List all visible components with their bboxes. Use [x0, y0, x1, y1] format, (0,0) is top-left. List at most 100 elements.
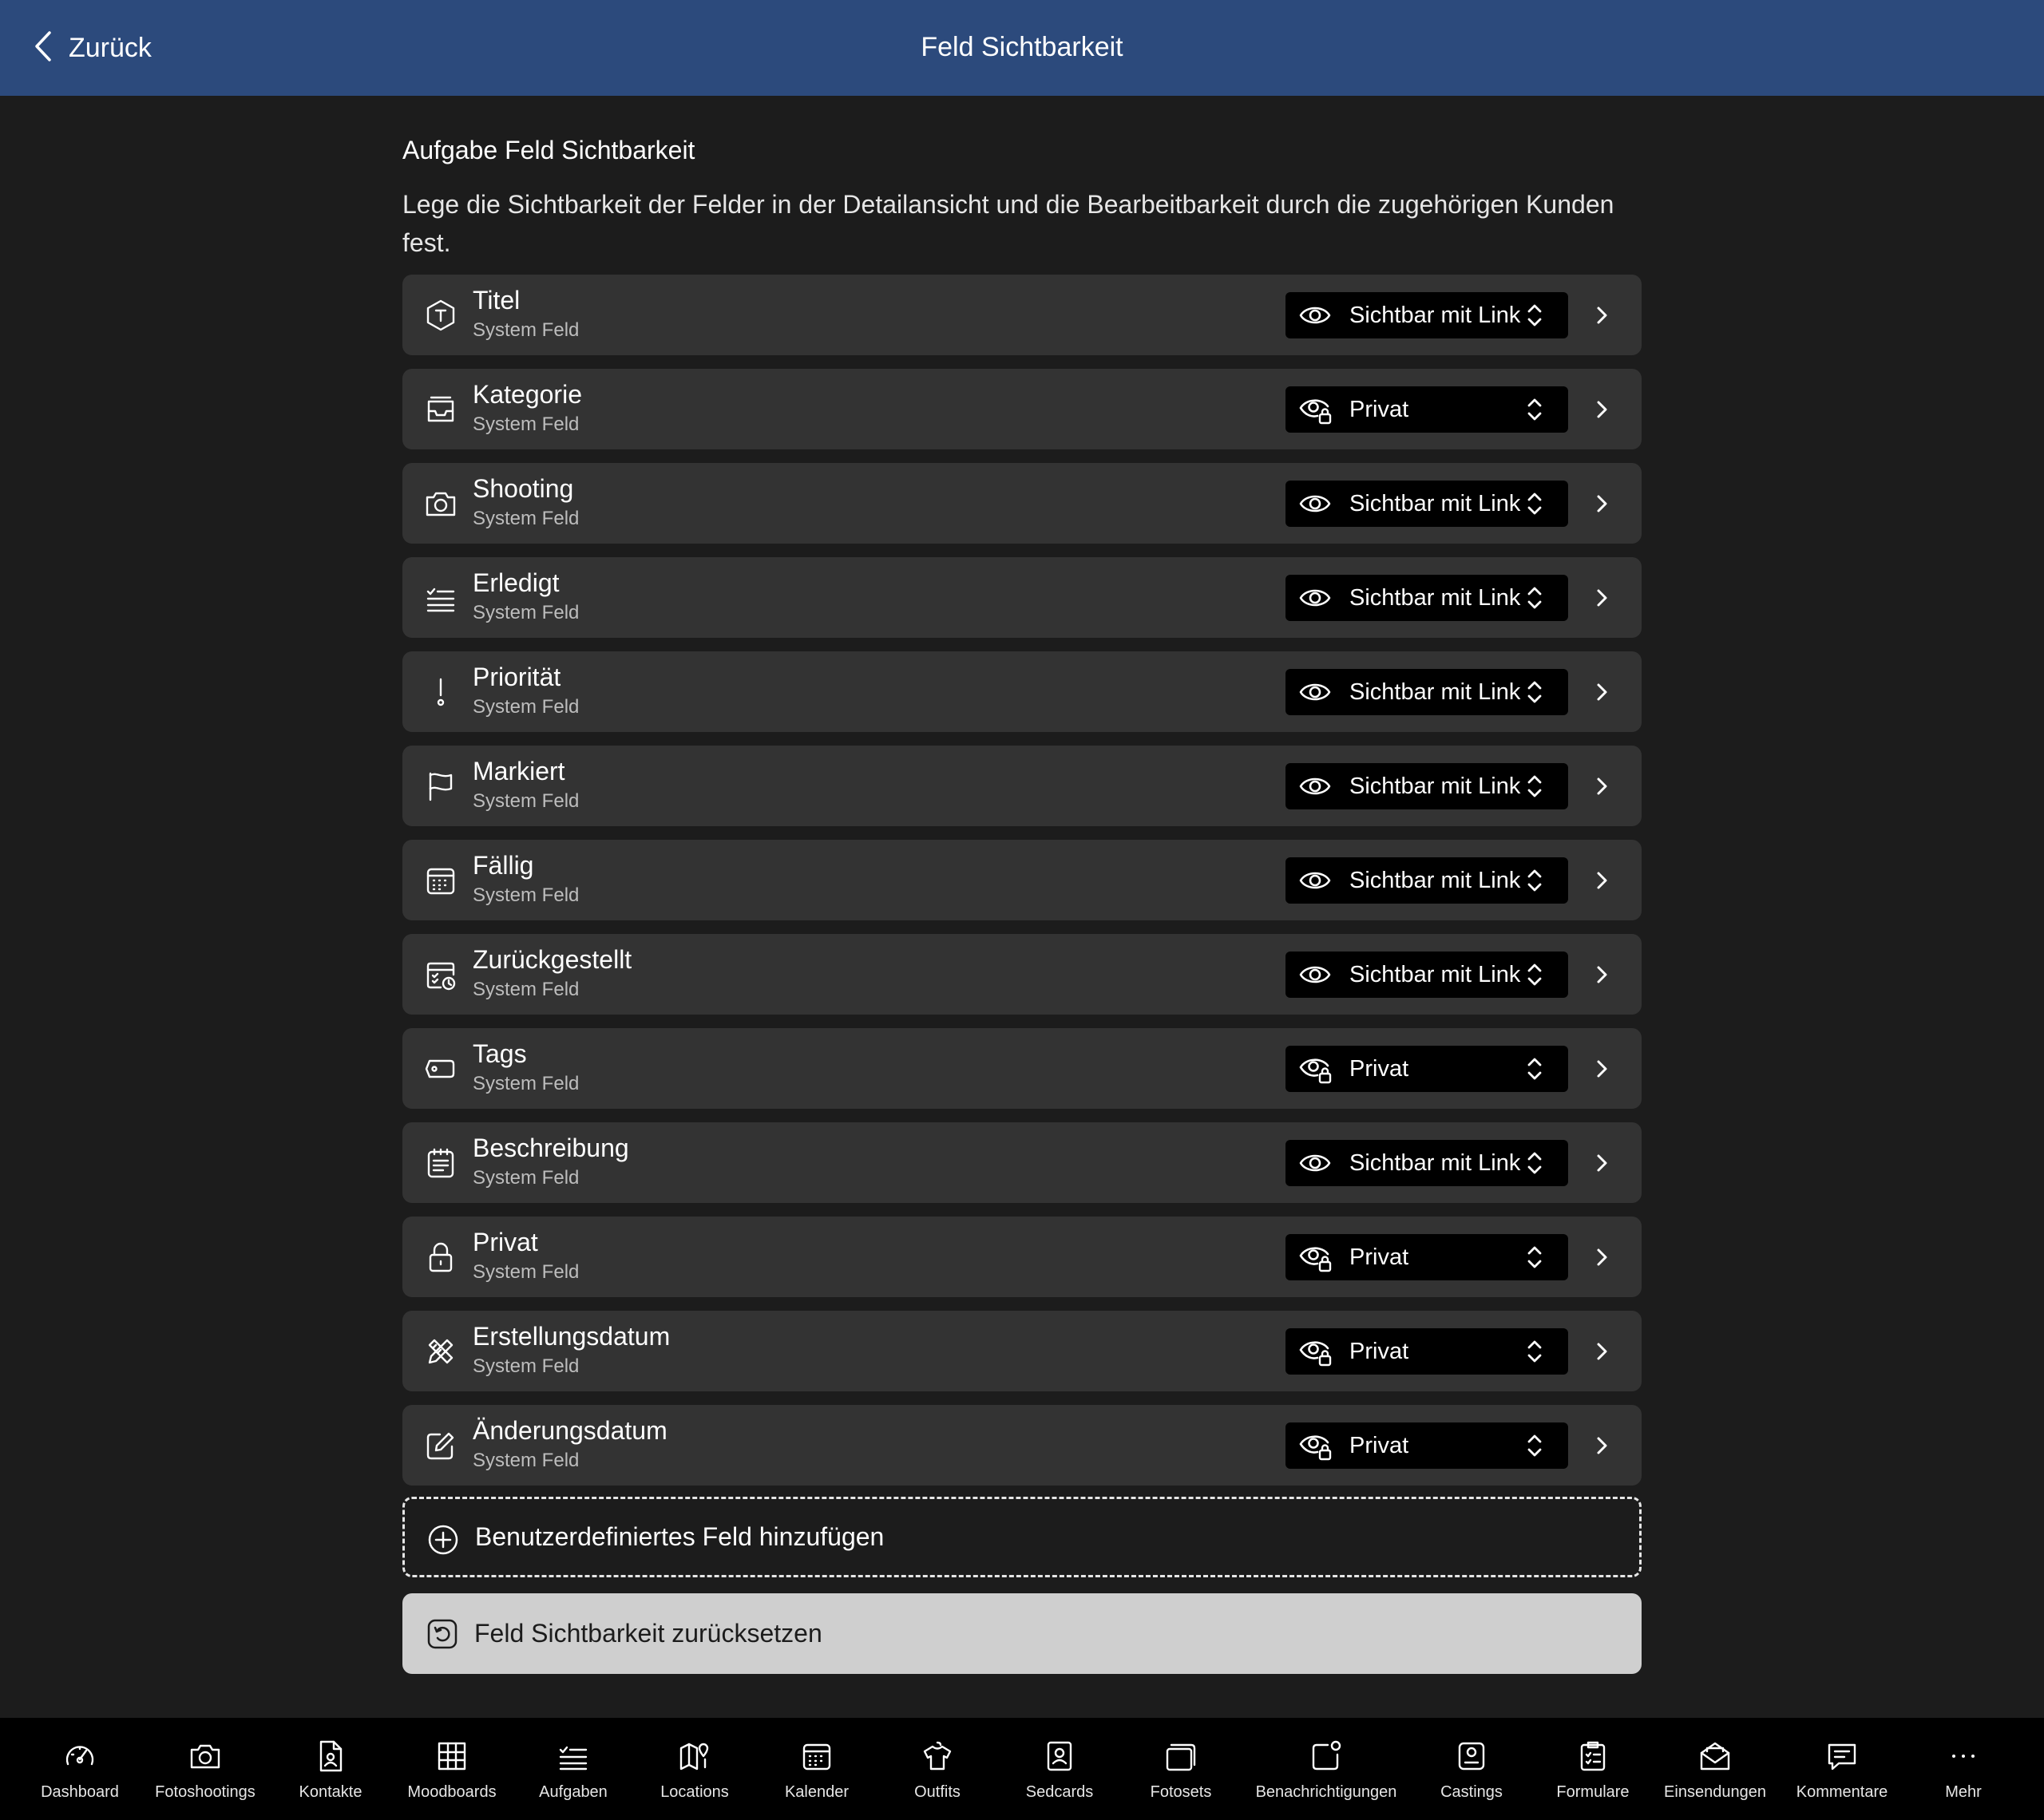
tab-label: Sedcards: [1025, 1783, 1094, 1801]
back-button[interactable]: Zurück: [30, 24, 152, 72]
field-title: Shooting: [473, 474, 574, 503]
tab-dashboard[interactable]: Dashboard: [19, 1718, 141, 1820]
chevron-right-icon[interactable]: [1594, 680, 1610, 704]
chevron-right-icon[interactable]: [1594, 1434, 1610, 1458]
clipboard-icon: [1575, 1739, 1610, 1774]
visibility-select[interactable]: Sichtbar mit Link: [1285, 763, 1568, 809]
tab-mehr[interactable]: Mehr: [1915, 1718, 2011, 1820]
chevron-right-icon[interactable]: [1594, 303, 1610, 327]
reset-icon: [425, 1616, 460, 1652]
eye-icon: [1298, 582, 1332, 614]
visibility-select[interactable]: Sichtbar mit Link: [1285, 952, 1568, 998]
tab-label: Locations: [660, 1783, 729, 1801]
tab-einsendungen[interactable]: Einsendungen: [1654, 1718, 1776, 1820]
field-subtitle: System Feld: [473, 602, 580, 623]
chevron-right-icon[interactable]: [1594, 963, 1610, 987]
chevron-right-icon[interactable]: [1594, 586, 1610, 610]
visibility-value: Sichtbar mit Link: [1349, 491, 1521, 516]
field-row[interactable]: Kategorie System Feld Privat: [402, 369, 1642, 449]
tab-formulare[interactable]: Formulare: [1532, 1718, 1654, 1820]
checklist-icon: [556, 1739, 591, 1774]
tab-locations[interactable]: Locations: [634, 1718, 755, 1820]
up-down-arrows-icon: [1525, 301, 1544, 330]
tab-kalender[interactable]: Kalender: [756, 1718, 877, 1820]
field-title: Privat: [473, 1228, 538, 1256]
chevron-right-icon[interactable]: [1594, 1245, 1610, 1269]
field-title: Kategorie: [473, 380, 582, 409]
visibility-select[interactable]: Privat: [1285, 1046, 1568, 1092]
tab-kommentare[interactable]: Kommentare: [1778, 1718, 1906, 1820]
field-subtitle: System Feld: [473, 1167, 580, 1189]
tab-moodboards[interactable]: Moodboards: [391, 1718, 513, 1820]
field-row[interactable]: Tags System Feld Privat: [402, 1028, 1642, 1109]
field-row[interactable]: Änderungsdatum System Feld Privat: [402, 1405, 1642, 1486]
up-down-arrows-icon: [1525, 489, 1544, 518]
add-custom-field-button[interactable]: Benutzerdefiniertes Feld hinzufügen: [402, 1497, 1642, 1577]
field-row[interactable]: Markiert System Feld Sichtbar mit Link: [402, 746, 1642, 826]
eye-icon: [1298, 1147, 1332, 1179]
tab-label: Einsendungen: [1664, 1783, 1766, 1801]
field-row[interactable]: Zurückgestellt System Feld Sichtbar mit …: [402, 934, 1642, 1015]
visibility-select[interactable]: Privat: [1285, 1328, 1568, 1375]
visibility-select[interactable]: Sichtbar mit Link: [1285, 1140, 1568, 1186]
tab-outfits[interactable]: Outfits: [877, 1718, 998, 1820]
visibility-select[interactable]: Sichtbar mit Link: [1285, 481, 1568, 527]
reset-visibility-button[interactable]: Feld Sichtbarkeit zurücksetzen: [402, 1593, 1642, 1674]
visibility-value: Privat: [1349, 1056, 1409, 1082]
field-row[interactable]: Erstellungsdatum System Feld Privat: [402, 1311, 1642, 1391]
visibility-select[interactable]: Sichtbar mit Link: [1285, 669, 1568, 715]
visibility-select[interactable]: Sichtbar mit Link: [1285, 292, 1568, 338]
field-row[interactable]: Beschreibung System Feld Sichtbar mit Li…: [402, 1122, 1642, 1203]
field-row[interactable]: Titel System Feld Sichtbar mit Link: [402, 275, 1642, 355]
field-row[interactable]: Shooting System Feld Sichtbar mit Link: [402, 463, 1642, 544]
chevron-right-icon[interactable]: [1594, 398, 1610, 421]
field-row[interactable]: Priorität System Feld Sichtbar mit Link: [402, 651, 1642, 732]
flag-icon: [423, 769, 458, 804]
tab-fotosets[interactable]: Fotosets: [1120, 1718, 1242, 1820]
contact-file-icon: [313, 1739, 348, 1774]
eye-icon: [1298, 959, 1332, 991]
up-down-arrows-icon: [1525, 1337, 1544, 1366]
visibility-value: Privat: [1349, 397, 1409, 422]
field-title: Fällig: [473, 851, 534, 880]
field-row[interactable]: Fällig System Feld Sichtbar mit Link: [402, 840, 1642, 920]
tab-sedcards[interactable]: Sedcards: [999, 1718, 1120, 1820]
calendar-icon: [799, 1739, 834, 1774]
bottom-tab-bar: Dashboard Fotoshootings Kontakte Moodboa…: [0, 1718, 2044, 1820]
visibility-select[interactable]: Privat: [1285, 1234, 1568, 1280]
chevron-right-icon[interactable]: [1594, 492, 1610, 516]
gauge-icon: [62, 1739, 97, 1774]
notes-icon: [423, 1145, 458, 1181]
visibility-value: Privat: [1349, 1433, 1409, 1458]
eye-icon: [1298, 864, 1332, 896]
tab-fotoshootings[interactable]: Fotoshootings: [145, 1718, 266, 1820]
field-subtitle: System Feld: [473, 508, 580, 529]
eye-lock-icon: [1298, 1430, 1332, 1462]
field-subtitle: System Feld: [473, 1261, 580, 1283]
chevron-right-icon[interactable]: [1594, 868, 1610, 892]
field-subtitle: System Feld: [473, 1073, 580, 1094]
tab-label: Kommentare: [1796, 1783, 1888, 1801]
tab-benachrichtigungen[interactable]: Benachrichtigungen: [1246, 1718, 1406, 1820]
pencil-ruler-icon: [423, 1334, 458, 1369]
camera-icon: [188, 1739, 223, 1774]
chevron-right-icon[interactable]: [1594, 1057, 1610, 1081]
chevron-right-icon[interactable]: [1594, 1151, 1610, 1175]
checklist-icon: [423, 580, 458, 615]
back-label: Zurück: [69, 32, 152, 63]
visibility-select[interactable]: Sichtbar mit Link: [1285, 575, 1568, 621]
field-title: Erstellungsdatum: [473, 1322, 671, 1351]
eye-icon: [1298, 676, 1332, 708]
chevron-right-icon[interactable]: [1594, 774, 1610, 798]
field-row[interactable]: Erledigt System Feld Sichtbar mit Link: [402, 557, 1642, 638]
tab-aufgaben[interactable]: Aufgaben: [513, 1718, 634, 1820]
tab-castings[interactable]: Castings: [1411, 1718, 1532, 1820]
tab-kontakte[interactable]: Kontakte: [270, 1718, 391, 1820]
visibility-select[interactable]: Privat: [1285, 386, 1568, 433]
field-row[interactable]: Privat System Feld Privat: [402, 1217, 1642, 1297]
visibility-select[interactable]: Privat: [1285, 1422, 1568, 1469]
up-down-arrows-icon: [1525, 960, 1544, 989]
visibility-select[interactable]: Sichtbar mit Link: [1285, 857, 1568, 904]
field-title: Titel: [473, 286, 521, 315]
chevron-right-icon[interactable]: [1594, 1339, 1610, 1363]
